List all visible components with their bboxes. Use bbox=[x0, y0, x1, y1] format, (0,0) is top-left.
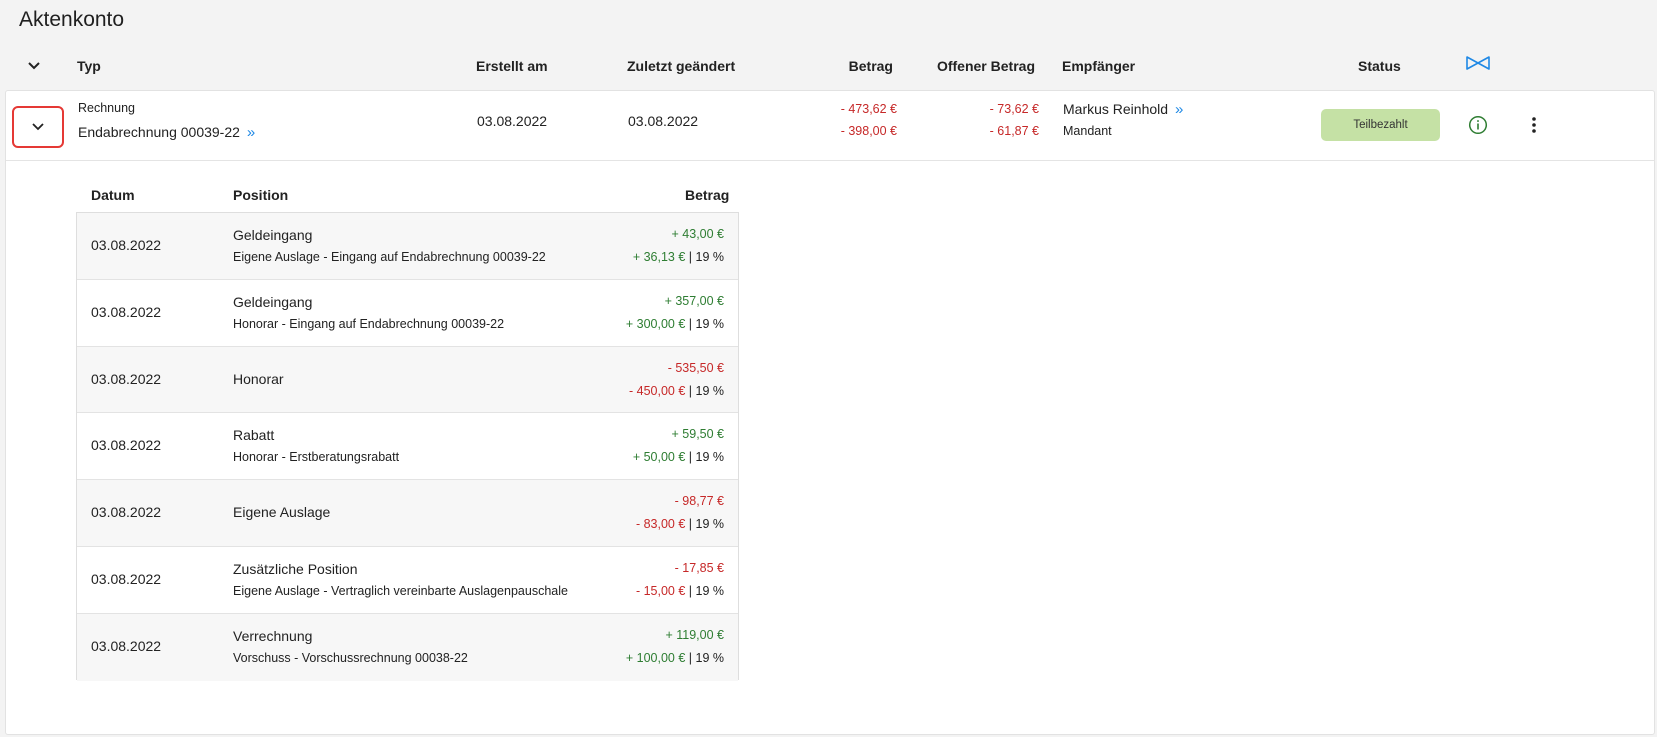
position-amount-net: - 15,00 € bbox=[635, 584, 686, 598]
separator: | bbox=[685, 250, 696, 264]
separator: | bbox=[685, 316, 696, 331]
positions-header: Datum Position Betrag bbox=[6, 187, 786, 215]
position-amount-net-line: - 83,00 € | 19 % bbox=[636, 517, 724, 531]
entry-changed-date: 03.08.2022 bbox=[628, 113, 699, 129]
col-header-typ[interactable]: Typ bbox=[77, 58, 101, 74]
position-amount-net: + 50,00 € bbox=[632, 450, 686, 465]
recipient-link-arrow-icon[interactable]: » bbox=[1175, 101, 1183, 118]
entry-row[interactable]: Rechnung Endabrechnung 00039-22 » 03.08.… bbox=[6, 91, 1654, 161]
position-tax-rate: 19 % bbox=[695, 584, 725, 598]
positions-col-position: Position bbox=[233, 187, 289, 203]
position-amount-net: - 83,00 € bbox=[635, 517, 686, 532]
position-tax-rate: 19 % bbox=[695, 250, 725, 264]
entry-offen-net: - 61,87 € bbox=[989, 124, 1039, 138]
entry-betrag-gross: - 473,62 € bbox=[840, 102, 897, 116]
col-header-geaendert[interactable]: Zuletzt geändert bbox=[627, 58, 735, 74]
position-title: Zusätzliche Position bbox=[233, 561, 358, 577]
collapse-all-chevron-icon[interactable] bbox=[26, 59, 42, 73]
entry-link-arrow-icon[interactable]: » bbox=[247, 124, 255, 141]
position-amount-net-line: + 50,00 € | 19 % bbox=[633, 450, 724, 464]
position-amount-gross: + 59,50 € bbox=[671, 427, 724, 442]
info-icon[interactable] bbox=[1468, 115, 1488, 135]
entry-name-link[interactable]: Endabrechnung 00039-22 » bbox=[78, 124, 255, 141]
position-tax-rate: 19 % bbox=[695, 650, 725, 665]
col-header-erstellt[interactable]: Erstellt am bbox=[476, 58, 548, 74]
position-row[interactable]: 03.08.2022 Zusätzliche Position Eigene Aus… bbox=[77, 547, 738, 614]
position-amount-gross: - 535,50 € bbox=[667, 360, 724, 375]
position-date: 03.08.2022 bbox=[91, 637, 162, 654]
chevron-down-icon bbox=[32, 123, 44, 131]
position-amount-gross: - 17,85 € bbox=[674, 561, 724, 575]
position-amount-net-line: + 300,00 € | 19 % bbox=[626, 317, 724, 331]
account-entry-card: Rechnung Endabrechnung 00039-22 » 03.08.… bbox=[5, 90, 1655, 735]
position-row[interactable]: 03.08.2022 Verrechnung Vorschuss - Vorschu… bbox=[77, 613, 738, 681]
position-subtitle: Eigene Auslage - Eingang auf Endabrechnu… bbox=[233, 250, 546, 264]
more-options-icon[interactable] bbox=[1531, 115, 1537, 135]
position-amount-gross: - 98,77 € bbox=[674, 494, 724, 509]
col-header-empfaenger[interactable]: Empfänger bbox=[1062, 58, 1135, 74]
position-tax-rate: 19 % bbox=[695, 316, 725, 331]
position-subtitle: Vorschuss - Vorschussrechnung 00038-22 bbox=[233, 650, 468, 665]
position-row[interactable]: 03.08.2022 Rabatt Honorar - Erstberatungsr… bbox=[77, 413, 738, 481]
position-amount-gross: + 119,00 € bbox=[665, 627, 724, 642]
position-tax-rate: 19 % bbox=[695, 517, 725, 532]
position-amount-net-line: + 36,13 € | 19 % bbox=[633, 250, 724, 264]
separator: | bbox=[685, 383, 696, 398]
position-title: Rabatt bbox=[233, 427, 275, 444]
page-title: Aktenkonto bbox=[19, 8, 125, 31]
entry-created-date: 03.08.2022 bbox=[477, 113, 548, 129]
position-title: Verrechnung bbox=[233, 627, 313, 644]
position-title: Honorar bbox=[233, 370, 284, 387]
position-date: 03.08.2022 bbox=[91, 437, 162, 454]
col-header-betrag[interactable]: Betrag bbox=[849, 58, 893, 74]
position-amount-gross: + 43,00 € bbox=[671, 227, 724, 241]
position-amount-net: + 36,13 € bbox=[632, 250, 686, 264]
position-subtitle: Honorar - Eingang auf Endabrechnung 0003… bbox=[233, 316, 505, 331]
position-title: Eigene Auslage bbox=[233, 504, 331, 521]
position-tax-rate: 19 % bbox=[695, 383, 725, 398]
separator: | bbox=[685, 584, 696, 598]
position-amount-net-line: + 100,00 € | 19 % bbox=[626, 651, 724, 665]
entry-type-label: Rechnung bbox=[78, 101, 135, 115]
status-badge: Teilbezahlt bbox=[1321, 109, 1440, 141]
position-title: Geldeingang bbox=[233, 227, 313, 243]
bowtie-columns-icon[interactable] bbox=[1465, 55, 1491, 74]
table-header: Typ Erstellt am Zuletzt geändert Betrag … bbox=[0, 50, 1657, 84]
position-date: 03.08.2022 bbox=[91, 504, 162, 521]
entry-offen-gross: - 73,62 € bbox=[989, 102, 1039, 116]
col-header-status[interactable]: Status bbox=[1358, 58, 1401, 74]
position-amount-net: + 100,00 € bbox=[625, 650, 686, 665]
positions-col-betrag: Betrag bbox=[685, 187, 730, 203]
recipient-name[interactable]: Markus Reinhold bbox=[1063, 101, 1168, 117]
position-amount-net: - 450,00 € bbox=[629, 383, 686, 398]
separator: | bbox=[685, 517, 696, 532]
position-subtitle: Eigene Auslage - Vertraglich vereinbarte… bbox=[233, 584, 568, 598]
position-tax-rate: 19 % bbox=[695, 450, 725, 465]
entry-betrag-net: - 398,00 € bbox=[840, 124, 897, 138]
separator: | bbox=[685, 650, 696, 665]
position-row[interactable]: 03.08.2022 Honorar - 535,50 € - 450,00 € | … bbox=[77, 346, 738, 414]
col-header-offen[interactable]: Offener Betrag bbox=[937, 58, 1035, 74]
separator: | bbox=[685, 450, 696, 465]
position-row[interactable]: 03.08.2022 Geldeingang Eigene Auslage - Ei… bbox=[77, 213, 738, 280]
position-date: 03.08.2022 bbox=[91, 370, 162, 387]
position-title: Geldeingang bbox=[233, 293, 313, 310]
entry-name[interactable]: Endabrechnung 00039-22 bbox=[78, 124, 240, 140]
expand-row-button[interactable] bbox=[12, 106, 64, 148]
position-subtitle: Honorar - Erstberatungsrabatt bbox=[233, 450, 400, 465]
position-amount-gross: + 357,00 € bbox=[664, 293, 724, 308]
position-amount-net-line: - 15,00 € | 19 % bbox=[636, 584, 724, 598]
position-date: 03.08.2022 bbox=[91, 237, 162, 253]
recipient-role: Mandant bbox=[1063, 124, 1112, 138]
position-date: 03.08.2022 bbox=[91, 571, 162, 587]
positions-col-datum: Datum bbox=[91, 187, 135, 203]
position-amount-net-line: - 450,00 € | 19 % bbox=[629, 384, 724, 398]
positions-table: 03.08.2022 Geldeingang Eigene Auslage - Ei… bbox=[76, 212, 739, 681]
recipient-link[interactable]: Markus Reinhold » bbox=[1063, 101, 1183, 118]
position-row[interactable]: 03.08.2022 Eigene Auslage - 98,77 € - 83,00… bbox=[77, 480, 738, 547]
position-row[interactable]: 03.08.2022 Geldeingang Honorar - Eingang a… bbox=[77, 279, 738, 347]
position-date: 03.08.2022 bbox=[91, 303, 162, 320]
position-amount-net: + 300,00 € bbox=[625, 316, 686, 331]
